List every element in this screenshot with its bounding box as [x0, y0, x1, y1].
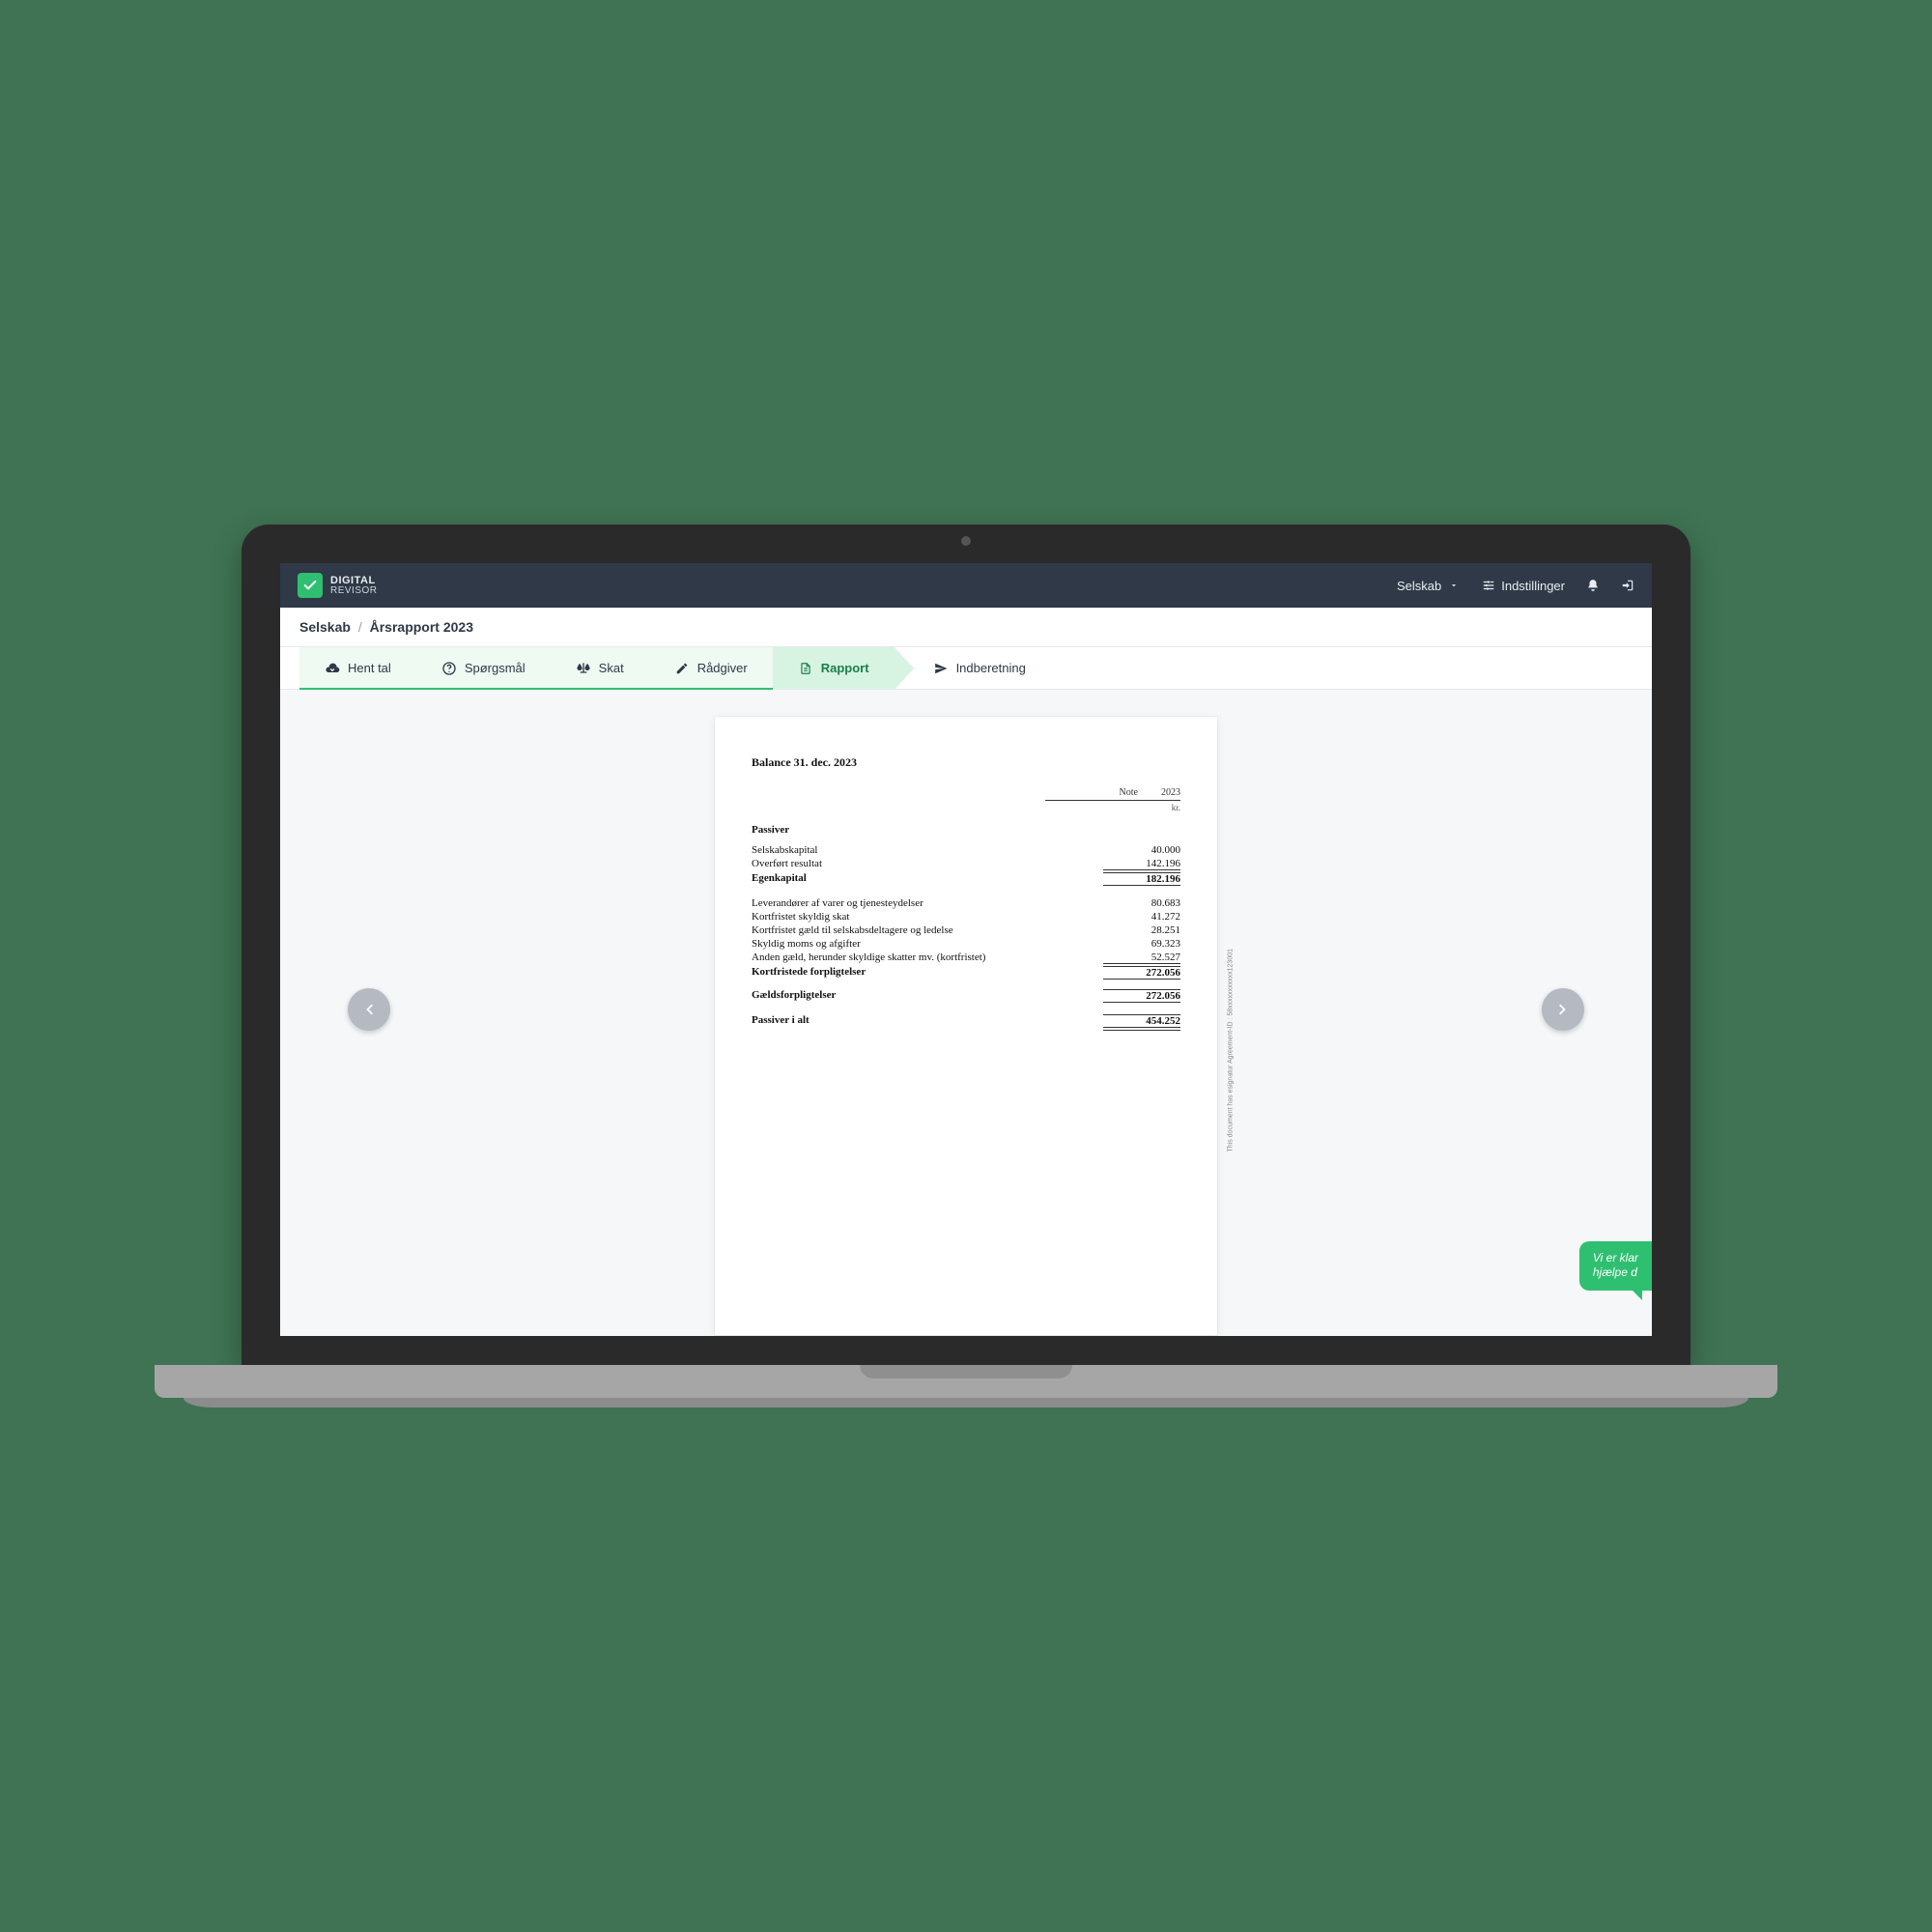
laptop-bezel: DIGITAL REVISOR Selskab Indstillinger	[242, 525, 1690, 1365]
table-row: Kortfristet gæld til selskabsdeltagere o…	[752, 923, 1180, 937]
logo-mark-icon	[298, 573, 323, 598]
brand-line1: DIGITAL	[330, 576, 378, 586]
step-hent-tal[interactable]: Hent tal	[299, 647, 416, 689]
step-sporgsmal[interactable]: Spørgsmål	[416, 647, 551, 689]
step-indberetning[interactable]: Indberetning	[895, 647, 1051, 689]
row-label: Selskabskapital	[752, 844, 1103, 856]
table-row: Selskabskapital 40.000	[752, 843, 1180, 857]
brand-logo[interactable]: DIGITAL REVISOR	[298, 573, 378, 598]
laptop-base	[155, 1365, 1777, 1398]
logout-button[interactable]	[1621, 579, 1634, 592]
logout-icon	[1621, 579, 1634, 592]
step-rapport[interactable]: Rapport	[773, 647, 895, 689]
row-value: 182.196	[1103, 872, 1180, 886]
brand-line2: REVISOR	[330, 586, 378, 596]
row-value: 40.000	[1103, 844, 1180, 856]
column-headers: Note 2023	[1045, 787, 1180, 801]
liabilities-total-row: Gældsforpligtelser 272.056	[752, 988, 1180, 1004]
next-page-button[interactable]	[1542, 988, 1584, 1031]
breadcrumb-separator: /	[358, 619, 362, 635]
esignature-note: This document has esignatur Agreement-ID…	[1227, 949, 1234, 1152]
step-tabs: Hent tal Spørgsmål Skat	[280, 647, 1652, 690]
cloud-download-icon	[325, 661, 340, 676]
col-year-label: 2023	[1161, 787, 1180, 798]
document-title: Balance 31. dec. 2023	[752, 755, 1180, 770]
row-value: 41.272	[1103, 911, 1180, 923]
section-passiver-heading: Passiver	[752, 824, 1180, 836]
row-label: Leverandører af varer og tjenesteydelser	[752, 897, 1103, 909]
pencil-icon	[674, 661, 690, 676]
step-label: Skat	[599, 661, 624, 675]
question-circle-icon	[441, 661, 457, 676]
row-label: Skyldig moms og afgifter	[752, 938, 1103, 950]
row-label: Anden gæld, herunder skyldige skatter mv…	[752, 952, 1103, 964]
short-liabilities-total-row: Kortfristede forpligtelser 272.056	[752, 965, 1180, 980]
row-label: Gældsforpligtelser	[752, 989, 1103, 1003]
breadcrumb-root[interactable]: Selskab	[299, 619, 351, 635]
breadcrumb: Selskab / Årsrapport 2023	[280, 608, 1652, 647]
laptop-camera	[961, 536, 971, 546]
notifications-button[interactable]	[1586, 579, 1600, 592]
chevron-right-icon	[1552, 999, 1574, 1020]
chevron-left-icon	[358, 999, 380, 1020]
brand-text: DIGITAL REVISOR	[330, 576, 378, 596]
report-page: Balance 31. dec. 2023 Note 2023 kr. Pass…	[715, 717, 1217, 1335]
balance-scale-icon	[576, 661, 591, 676]
col-note-label: Note	[1120, 787, 1138, 798]
step-label: Indberetning	[956, 661, 1026, 675]
settings-label: Indstillinger	[1501, 579, 1565, 593]
caret-down-icon	[1447, 579, 1461, 592]
table-row: Anden gæld, herunder skyldige skatter mv…	[752, 951, 1180, 965]
row-value: 272.056	[1103, 989, 1180, 1003]
settings-link[interactable]: Indstillinger	[1482, 579, 1565, 593]
file-text-icon	[798, 661, 813, 676]
app-screen: DIGITAL REVISOR Selskab Indstillinger	[280, 563, 1652, 1336]
company-dropdown[interactable]: Selskab	[1397, 579, 1461, 593]
step-label: Spørgsmål	[465, 661, 526, 675]
table-row: Overført resultat 142.196	[752, 857, 1180, 871]
row-label: Kortfristet gæld til selskabsdeltagere o…	[752, 924, 1103, 936]
row-value: 52.527	[1103, 952, 1180, 964]
step-skat[interactable]: Skat	[551, 647, 649, 689]
help-line1: Vi er klar	[1593, 1251, 1638, 1264]
row-label: Kortfristet skyldig skat	[752, 911, 1103, 923]
laptop-foot	[184, 1398, 1748, 1407]
step-label: Rådgiver	[697, 661, 748, 675]
grand-total-row: Passiver i alt 454.252	[752, 1013, 1180, 1032]
row-label: Kortfristede forpligtelser	[752, 966, 1103, 980]
equity-total-row: Egenkapital 182.196	[752, 871, 1180, 887]
row-value: 142.196	[1103, 858, 1180, 870]
row-value: 28.251	[1103, 924, 1180, 936]
sliders-icon	[1482, 579, 1495, 592]
row-label: Passiver i alt	[752, 1014, 1103, 1031]
company-dropdown-label: Selskab	[1397, 579, 1441, 593]
step-label: Rapport	[821, 661, 869, 675]
step-radgiver[interactable]: Rådgiver	[649, 647, 773, 689]
step-label: Hent tal	[348, 661, 391, 675]
row-value: 80.683	[1103, 897, 1180, 909]
prev-page-button[interactable]	[348, 988, 390, 1031]
row-value: 69.323	[1103, 938, 1180, 950]
help-chat-bubble[interactable]: Vi er klar hjælpe d	[1579, 1241, 1652, 1291]
paper-plane-icon	[933, 661, 949, 676]
row-label: Overført resultat	[752, 858, 1103, 870]
breadcrumb-page: Årsrapport 2023	[370, 619, 473, 635]
table-row: Skyldig moms og afgifter 69.323	[752, 937, 1180, 951]
help-line2: hjælpe d	[1593, 1265, 1637, 1279]
laptop-mockup: DIGITAL REVISOR Selskab Indstillinger	[242, 525, 1690, 1407]
bell-icon	[1586, 579, 1600, 592]
row-value: 272.056	[1103, 966, 1180, 980]
table-row: Kortfristet skyldig skat 41.272	[752, 910, 1180, 923]
report-workspace: Balance 31. dec. 2023 Note 2023 kr. Pass…	[280, 690, 1652, 1329]
row-value: 454.252	[1103, 1014, 1180, 1031]
top-navbar: DIGITAL REVISOR Selskab Indstillinger	[280, 563, 1652, 608]
row-label: Egenkapital	[752, 872, 1103, 886]
currency-unit: kr.	[752, 803, 1180, 812]
table-row: Leverandører af varer og tjenesteydelser…	[752, 896, 1180, 910]
